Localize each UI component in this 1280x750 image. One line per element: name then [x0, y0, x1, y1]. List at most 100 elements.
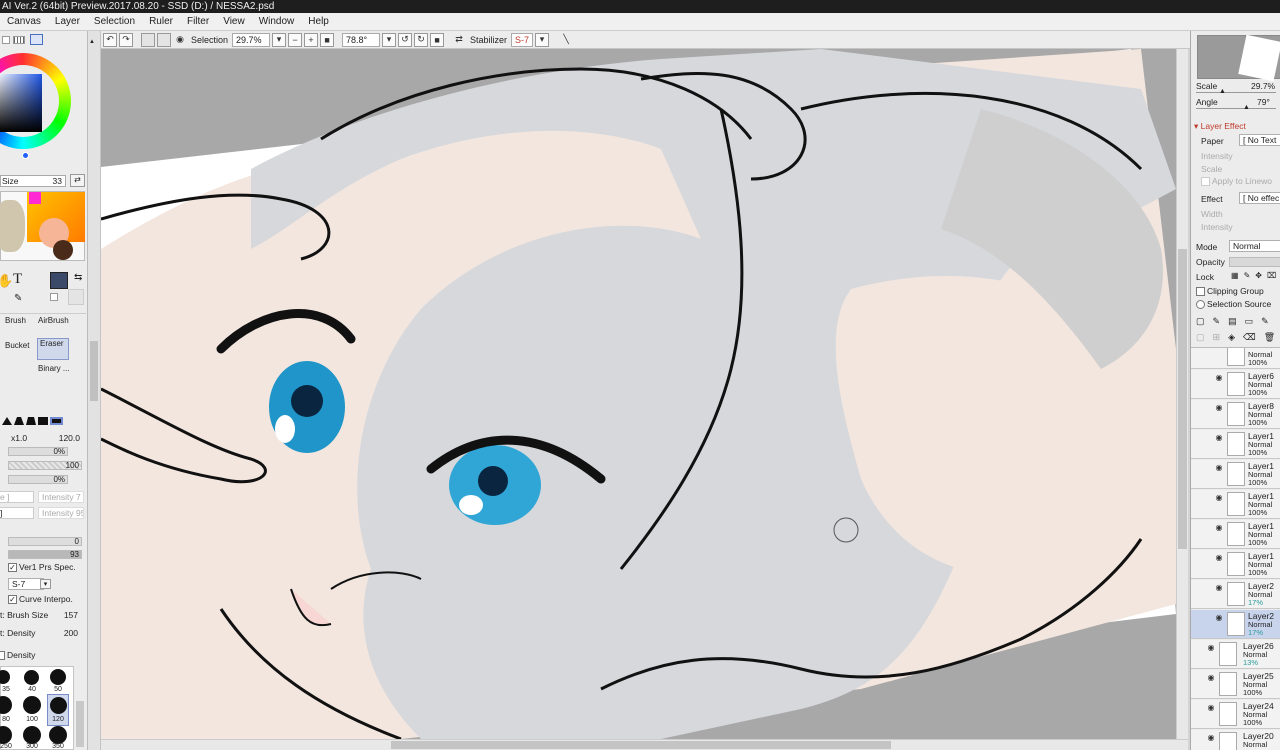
hand-icon[interactable]: ✋ [0, 273, 13, 289]
new-layer-icon[interactable]: ▢ [1196, 316, 1205, 327]
layer-visibility-eye-icon[interactable]: ◉ [1213, 373, 1225, 383]
deselect-button[interactable] [141, 32, 155, 47]
redo-icon[interactable]: ↷ [119, 32, 133, 47]
selection-source-row[interactable]: Selection Source [1196, 299, 1271, 310]
layer-visibility-eye-icon[interactable]: ◉ [1213, 583, 1225, 593]
layer-visibility-eye-icon[interactable]: ◉ [1205, 643, 1217, 653]
brush-dot-100[interactable] [23, 696, 41, 714]
tool-panel-scrollbar[interactable]: ▲ [88, 31, 101, 750]
menu-layer[interactable]: Layer [48, 16, 87, 27]
canvas-vscroll-thumb[interactable] [1178, 249, 1187, 549]
mode-dropdown[interactable]: Normal [1229, 240, 1280, 252]
layer-visibility-eye-icon[interactable]: ◉ [1213, 463, 1225, 473]
layer-visibility-eye-icon[interactable]: ◉ [1205, 703, 1217, 713]
selection-to-layer-icon[interactable]: ✎ [1261, 316, 1269, 327]
stabilizer-dropdown-icon[interactable]: ▾ [535, 32, 550, 47]
color-square[interactable] [0, 74, 42, 132]
swap-icon[interactable]: ⇄ [70, 174, 85, 187]
layer-row[interactable]: ◉ Layer2 Normal 17% [1191, 580, 1280, 609]
menu-ruler[interactable]: Ruler [142, 16, 180, 27]
brush-palette-scrollbar[interactable] [76, 701, 84, 747]
tip-triangle-1[interactable] [2, 417, 12, 425]
angle-dropdown-icon[interactable]: ▾ [382, 32, 397, 47]
angle-slider[interactable] [1196, 108, 1276, 109]
layer-row[interactable]: ◉ Layer26 Normal 13% [1191, 640, 1280, 669]
tip-square[interactable] [38, 417, 48, 425]
clear-layer-icon[interactable]: ⌫ [1243, 332, 1256, 343]
scale-slider[interactable] [1196, 92, 1276, 93]
layer-visibility-eye-icon[interactable]: ◉ [1213, 403, 1225, 413]
layer-row[interactable]: ◉ Layer1 Normal 100% [1191, 430, 1280, 459]
new-linework-icon[interactable]: ✎ [1213, 316, 1221, 327]
brush-dot-350[interactable] [49, 726, 67, 744]
secondary-color-swatch[interactable] [68, 289, 84, 305]
prs-spec-row[interactable]: ✓ Ver1 Prs Spec. [8, 562, 76, 573]
canvas-vertical-scrollbar[interactable] [1176, 49, 1188, 739]
clipping-group-row[interactable]: Clipping Group [1196, 286, 1264, 297]
min-density-slider[interactable]: 0% [8, 475, 68, 484]
tip-trapezoid[interactable] [26, 417, 36, 425]
text-tool-icon[interactable]: T [13, 271, 22, 288]
stab-dropdown-icon[interactable]: ▾ [40, 579, 51, 589]
blending-dropdown[interactable]: ] [0, 507, 34, 519]
layer-row[interactable]: ◉ Layer1 Normal 100% [1191, 490, 1280, 519]
menu-selection[interactable]: Selection [87, 16, 142, 27]
layer-visibility-eye-icon[interactable]: ◉ [1213, 523, 1225, 533]
color-mode-icon[interactable] [2, 36, 10, 44]
layer-effect-header[interactable]: ▾ Layer Effect [1194, 121, 1246, 132]
selection-source-checkbox[interactable] [1196, 300, 1205, 310]
blending-slider[interactable]: 0 [8, 537, 82, 546]
rotate-reset-icon[interactable]: ■ [430, 32, 445, 47]
max-density-row[interactable]: t: Density 200 [0, 628, 84, 638]
menu-canvas[interactable]: Canvas [0, 16, 48, 27]
flip-icon[interactable]: ⇄ [452, 33, 466, 47]
merge-down-icon[interactable]: ⊞ [1213, 332, 1221, 343]
undo-icon[interactable]: ↶ [103, 32, 117, 47]
scale-slider-thumb[interactable]: ▲ [1219, 88, 1226, 95]
rotate-right-icon[interactable]: ↻ [414, 32, 429, 47]
delete-layer-icon[interactable]: 🗑 [1264, 332, 1275, 343]
layer-visibility-eye-icon[interactable]: ◉ [1213, 553, 1225, 563]
eyedropper-icon[interactable]: ✎ [14, 293, 22, 304]
layer-visibility-eye-icon[interactable]: ◉ [1205, 733, 1217, 743]
layer-visibility-eye-icon[interactable]: ◉ [1213, 433, 1225, 443]
zoom-out-icon[interactable]: − [288, 32, 303, 47]
rotate-left-icon[interactable]: ↺ [398, 32, 413, 47]
brush-dot-35[interactable] [0, 670, 10, 684]
menu-window[interactable]: Window [252, 16, 302, 27]
stab-field[interactable]: S-7 [8, 578, 44, 590]
eye-icon[interactable]: ◉ [173, 33, 187, 47]
layer-row[interactable]: ◉Layer20Normal100% [1191, 730, 1280, 750]
canvas-horizontal-scrollbar[interactable] [101, 739, 1188, 750]
curve-interp-checkbox[interactable]: ✓ [8, 595, 17, 605]
angle-field[interactable]: 78.8° [342, 32, 381, 47]
texture-dropdown[interactable]: e ] [0, 491, 34, 503]
layer-visibility-eye-icon[interactable]: ◉ [1213, 493, 1225, 503]
zoom-field[interactable]: 29.7% [232, 32, 271, 47]
size-multiplier-row[interactable]: x1.0 120.0 [0, 433, 84, 443]
menu-help[interactable]: Help [301, 16, 336, 27]
effect-dropdown[interactable]: [ No effec [1239, 192, 1280, 204]
primary-color-swatch[interactable] [50, 272, 68, 289]
zoom-in-icon[interactable]: + [304, 32, 319, 47]
brush-dot-300[interactable] [23, 726, 41, 744]
tool-panel-scroll-thumb[interactable] [90, 341, 98, 401]
lock-transparency-icon[interactable]: ▦ [1231, 271, 1239, 280]
stabilizer-field[interactable]: S-7 [511, 32, 534, 47]
merge-layers-icon[interactable]: ◈ [1228, 332, 1235, 343]
layer-row[interactable]: ◉ Layer8 Normal 100% [1191, 400, 1280, 429]
zoom-dropdown-icon[interactable]: ▾ [272, 32, 287, 47]
layer-row[interactable]: ◉ Layer2 Normal 17% [1191, 610, 1280, 639]
transfer-down-icon[interactable]: ▢ [1196, 332, 1205, 343]
hue-marker[interactable] [22, 152, 29, 159]
brush-dot-250[interactable] [0, 726, 12, 744]
curve-interp-row[interactable]: ✓ Curve Interpo. [8, 594, 73, 605]
opacity-slider[interactable] [1229, 257, 1280, 267]
prs-spec-checkbox[interactable]: ✓ [8, 563, 17, 573]
max-brush-size-row[interactable]: t: Brush Size 157 [0, 610, 84, 620]
straight-line-icon[interactable]: ╲ [559, 33, 573, 47]
layer-row[interactable]: ◉ Layer1 Normal 100% [1191, 550, 1280, 579]
layer-row[interactable]: ◉ Layer1 Normal 100% [1191, 460, 1280, 489]
layer-visibility-eye-icon[interactable]: ◉ [1205, 673, 1217, 683]
lock-move-icon[interactable]: ✥ [1255, 271, 1262, 280]
